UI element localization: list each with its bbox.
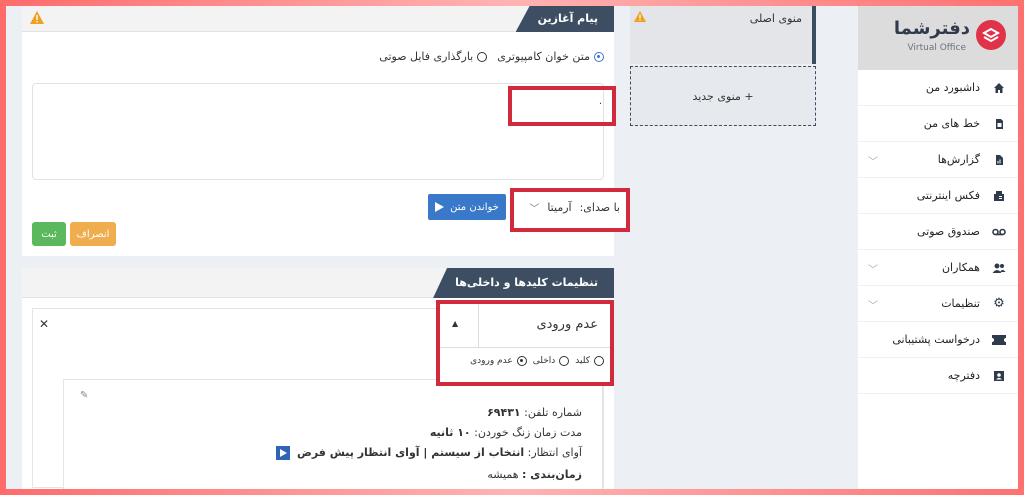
- panel-header: تنظیمات کلیدها و داخلی‌ها: [22, 268, 614, 298]
- chevron-down-icon: ﹀: [529, 204, 540, 215]
- radio-checked-icon: [516, 356, 527, 366]
- radio-internal[interactable]: داخلی: [533, 356, 570, 366]
- button-label: خواندن متن: [450, 201, 499, 213]
- panel-header: پیام آغازین: [22, 6, 614, 32]
- panel-title: پیام آغازین: [515, 6, 614, 32]
- sidebar-item-reports[interactable]: گزارش‌ها ﹀: [858, 142, 1018, 178]
- radio-unchecked-icon: [559, 356, 570, 366]
- sidebar-item-label: همکاران: [941, 261, 980, 274]
- ring-value: ۱۰ ثانیه: [429, 426, 471, 439]
- radio-label: متن خوان کامپیوتری: [497, 50, 590, 63]
- input-mode-select[interactable]: عدم ورودی ▲: [440, 304, 610, 348]
- radio-upload[interactable]: بارگذاری فایل صوتی: [379, 50, 488, 63]
- home-icon: [992, 81, 1006, 95]
- play-icon: [435, 202, 445, 212]
- edit-icon[interactable]: ✎: [80, 390, 88, 401]
- sidebar-item-fax[interactable]: فکس اینترنتی: [858, 178, 1018, 214]
- ring-label: مدت زمان زنگ خوردن:: [474, 426, 582, 439]
- sidebar-item-label: خط های من: [923, 117, 980, 130]
- read-text-button[interactable]: خواندن متن: [428, 194, 506, 220]
- schedule-label: زمان‌بندی :: [522, 468, 582, 481]
- text-value: .: [598, 96, 602, 107]
- hold-value: انتخاب از سیستم | آوای انتظار پیش فرض: [297, 446, 525, 459]
- ticket-icon: [992, 333, 1006, 347]
- users-icon: [992, 261, 1006, 275]
- voice-value: آرمیتا: [547, 201, 572, 214]
- radio-label: کلید: [575, 356, 590, 366]
- sidebar-item-dashboard[interactable]: داشبورد من: [858, 70, 1018, 106]
- sidebar-item-label: صندوق صوتی: [916, 225, 980, 238]
- sidebar-item-label: درخواست پشتیبانی: [892, 333, 980, 346]
- input-mode-radios: کلید داخلی عدم ورودی: [470, 356, 604, 366]
- highlight-box: .: [508, 86, 616, 126]
- panel-title: تنظیمات کلیدها و داخلی‌ها: [433, 268, 614, 298]
- sidebar-item-label: دفترچه: [947, 369, 980, 382]
- hold-label: آوای انتظار:: [527, 446, 582, 459]
- source-radio-group: متن خوان کامپیوتری بارگذاری فایل صوتی: [379, 50, 604, 63]
- logo-text: دفترشما: [893, 18, 970, 39]
- caret-up-icon: ▲: [452, 319, 459, 328]
- menu-item-label: منوی اصلی: [749, 12, 802, 25]
- fax-icon: [992, 189, 1006, 203]
- sidebar-item-settings[interactable]: ⚙ تنظیمات ﹀: [858, 286, 1018, 322]
- divider: [478, 304, 479, 348]
- sim-icon: [992, 117, 1006, 131]
- contacts-icon: [992, 369, 1006, 383]
- chevron-down-icon: ﹀: [868, 265, 878, 276]
- phone-label: شماره تلفن:: [524, 406, 582, 419]
- sidebar-item-label: فکس اینترنتی: [916, 189, 980, 202]
- sidebar: دفترشما Virtual Office داشبورد من خط های…: [858, 6, 1018, 489]
- phone-row: شماره تلفن: ۶۹۴۳۱: [487, 406, 582, 419]
- radio-label: عدم ورودی: [470, 356, 513, 366]
- menu-list: منوی اصلی + منوی جدید: [622, 6, 848, 489]
- report-icon: [992, 153, 1006, 167]
- voicemail-icon: [992, 225, 1006, 239]
- radio-none[interactable]: عدم ورودی: [470, 356, 527, 366]
- sidebar-item-support[interactable]: درخواست پشتیبانی: [858, 322, 1018, 358]
- radio-checked-icon: [594, 51, 604, 62]
- menu-item-main[interactable]: منوی اصلی: [630, 6, 816, 64]
- logo[interactable]: دفترشما Virtual Office: [858, 6, 1018, 70]
- voice-select-highlight: با صدای: آرمیتا ﹀: [510, 188, 630, 232]
- play-icon[interactable]: [275, 446, 290, 460]
- close-icon[interactable]: ✕: [39, 317, 49, 331]
- sidebar-item-contacts[interactable]: دفترچه: [858, 358, 1018, 394]
- app-frame: دفترشما Virtual Office داشبورد من خط های…: [6, 6, 1018, 489]
- radio-unchecked-icon: [594, 356, 604, 366]
- warning-icon: [634, 11, 646, 25]
- voice-select[interactable]: با صدای: آرمیتا ﹀: [529, 200, 620, 215]
- logo-subtitle: Virtual Office: [907, 43, 966, 53]
- hold-row: آوای انتظار: انتخاب از سیستم | آوای انتظ…: [275, 446, 582, 460]
- radio-label: داخلی: [532, 356, 556, 366]
- sidebar-item-lines[interactable]: خط های من: [858, 106, 1018, 142]
- radio-unchecked-icon: [477, 51, 488, 62]
- cancel-button[interactable]: انصراف: [70, 222, 116, 246]
- input-mode-value: عدم ورودی: [536, 317, 598, 332]
- sidebar-item-label: داشبورد من: [925, 81, 980, 94]
- sidebar-item-label: گزارش‌ها: [937, 153, 980, 166]
- logo-icon: [976, 20, 1006, 50]
- sidebar-item-colleagues[interactable]: همکاران ﹀: [858, 250, 1018, 286]
- sidebar-item-label: تنظیمات: [941, 297, 980, 310]
- submit-button[interactable]: ثبت: [32, 222, 66, 246]
- key-details: ✎ شماره تلفن: ۶۹۴۳۱ مدت زمان زنگ خوردن: …: [63, 379, 603, 489]
- ring-row: مدت زمان زنگ خوردن: ۱۰ ثانیه: [430, 426, 582, 439]
- chevron-down-icon: ﹀: [868, 157, 878, 168]
- radio-tts[interactable]: متن خوان کامپیوتری: [497, 50, 604, 63]
- gear-icon: ⚙: [993, 296, 1005, 311]
- keys-panel: تنظیمات کلیدها و داخلی‌ها ✕ ✎ شماره تلفن…: [22, 268, 614, 489]
- warning-icon: [30, 11, 44, 27]
- sidebar-item-voicemail[interactable]: صندوق صوتی: [858, 214, 1018, 250]
- greeting-panel: پیام آغازین متن خوان کامپیوتری بارگذاری …: [22, 6, 630, 256]
- new-menu-button[interactable]: + منوی جدید: [630, 66, 816, 126]
- chevron-down-icon: ﹀: [868, 301, 878, 312]
- input-mode-highlight: عدم ورودی ▲ کلید داخلی عدم ورودی: [436, 300, 614, 386]
- voice-label: با صدای:: [579, 201, 620, 214]
- schedule-value: همیشه: [487, 468, 519, 481]
- radio-label: بارگذاری فایل صوتی: [379, 50, 474, 63]
- radio-key[interactable]: کلید: [575, 356, 604, 366]
- schedule-row: زمان‌بندی : همیشه: [487, 468, 582, 481]
- phone-value: ۶۹۴۳۱: [487, 406, 521, 419]
